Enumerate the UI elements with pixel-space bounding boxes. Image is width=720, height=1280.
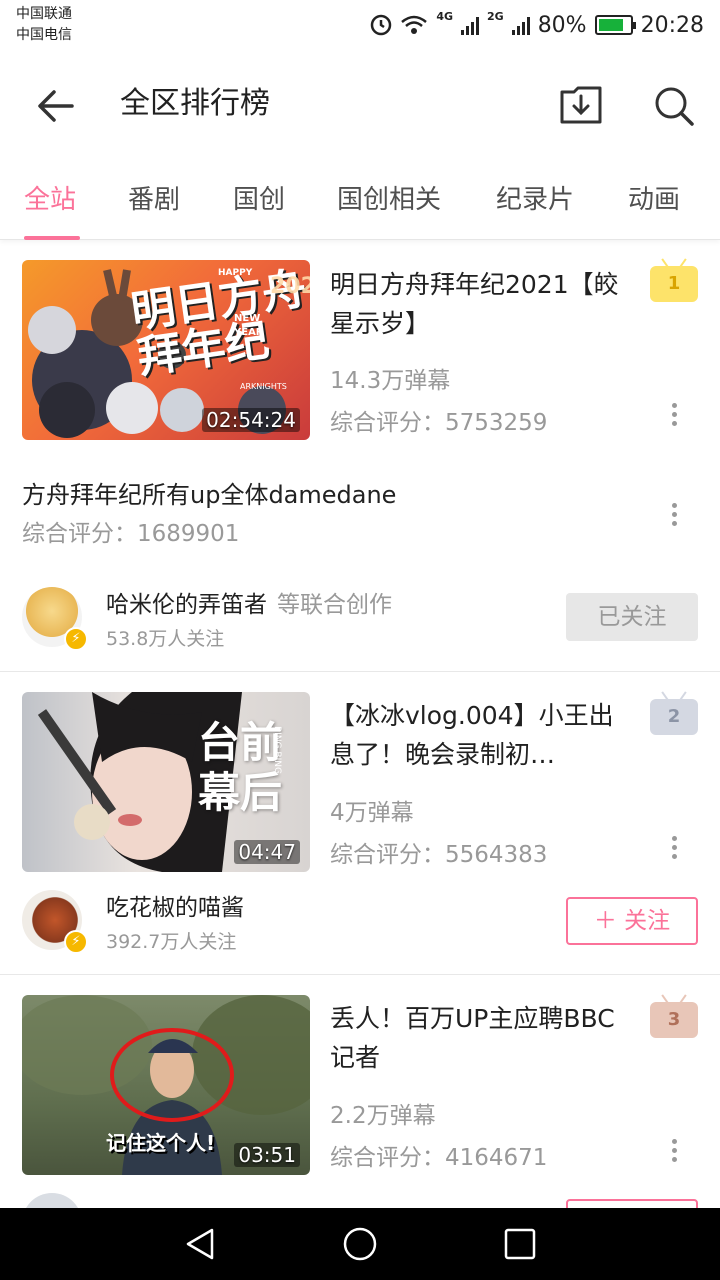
list-item[interactable]: 记住这个人! 03:51 丢人！百万UP主应聘BBC记者 3 2.2万弹幕 综合… [0, 975, 720, 1208]
avatar[interactable]: ⚡ [22, 890, 88, 954]
status-bar: 中国联通 中国电信 4G 2G 80% 20:28 [0, 0, 720, 52]
thumbnail-tag-new-year: NEW YEAR [234, 312, 264, 340]
download-button[interactable] [556, 82, 606, 130]
carrier-1: 中国联通 [16, 6, 72, 22]
avatar[interactable]: ⚡ [22, 587, 88, 651]
follow-button[interactable]: ＋ 关注 [566, 897, 698, 945]
wifi-icon [401, 15, 428, 34]
thumbnail-caption: 记住这个人! [106, 1131, 216, 1155]
ranking-list[interactable]: 明日方舟 拜年纪 HAPPY 2021 NEWYEAR ARKNIGHTS 02… [0, 241, 720, 1208]
thumbnail-caption: 台前 幕后 [198, 718, 283, 817]
video-title[interactable]: 明日方舟拜年纪2021【皎星示岁】 [330, 265, 630, 343]
active-tab-indicator [24, 236, 80, 240]
thumbnail-tag-year-word: YEAR [234, 327, 264, 338]
thumbnail-tag-arknights: ARKNIGHTS [240, 382, 287, 391]
carrier-2: 中国电信 [16, 27, 72, 43]
signal-icon [511, 15, 530, 35]
avatar[interactable] [22, 1193, 82, 1208]
thumbnail-tag-happy: HAPPY [218, 268, 253, 278]
video-thumbnail[interactable]: 台前 幕后 BING BING 04:47 [22, 692, 310, 872]
list-item[interactable]: 明日方舟 拜年纪 HAPPY 2021 NEWYEAR ARKNIGHTS 02… [0, 241, 720, 672]
battery-icon [594, 15, 636, 35]
download-box-icon [560, 86, 602, 124]
uploader-name[interactable]: 哈米伦的弄笛者 等联合创作 [106, 589, 392, 621]
nav-back-button[interactable] [182, 1226, 218, 1262]
rank-badge: 3 [650, 1002, 698, 1038]
thumbnail-tag-year: 2021 [270, 274, 310, 299]
nav-recents-button[interactable] [502, 1226, 538, 1262]
search-button[interactable] [650, 82, 698, 130]
verified-icon: ⚡ [64, 627, 88, 651]
arrow-left-icon [38, 90, 74, 122]
signal-icon [461, 15, 479, 35]
more-menu-button[interactable] [662, 832, 686, 868]
more-menu-button[interactable] [662, 399, 686, 435]
category-tabs: 全站 番剧 国创 国创相关 纪录片 动画 [0, 160, 720, 240]
video-title[interactable]: 丢人！百万UP主应聘BBC记者 [330, 999, 630, 1077]
composite-score: 综合评分：4164671 [330, 1145, 548, 1171]
tab-guochuang[interactable]: 国创 [233, 182, 285, 218]
uploader-fans: 53.8万人关注 [106, 628, 225, 650]
clock: 20:28 [640, 12, 704, 38]
network-type-1: 4G [436, 10, 453, 23]
more-menu-button[interactable] [662, 499, 686, 535]
uploader-fans: 392.7万人关注 [106, 931, 237, 953]
network-type-2: 2G [487, 10, 504, 23]
video-duration: 03:51 [234, 1143, 300, 1167]
uploader-name[interactable]: 吃花椒的喵酱 [106, 892, 244, 924]
rank-badge: 1 [650, 266, 698, 302]
follow-button[interactable] [566, 1199, 698, 1208]
system-nav-bar [0, 1208, 720, 1280]
sub-item-score: 综合评分：1689901 [22, 521, 240, 547]
thumbnail-tag-new: NEW [234, 313, 261, 324]
alarm-icon [371, 14, 392, 36]
danmaku-count: 14.3万弹幕 [330, 368, 451, 394]
triangle-back-icon [186, 1228, 214, 1260]
video-title[interactable]: 【冰冰vlog.004】小王出息了！晚会录制初… [330, 696, 630, 774]
verified-icon: ⚡ [64, 930, 88, 954]
uploader-name-text: 哈米伦的弄笛者 [106, 592, 267, 618]
tab-bangumi[interactable]: 番剧 [128, 182, 180, 218]
rank-badge: 2 [650, 699, 698, 735]
circle-home-icon [343, 1227, 377, 1261]
tab-all[interactable]: 全站 [24, 182, 76, 218]
status-icons: 4G 2G 80% 20:28 [370, 10, 704, 40]
top-app-bar: 全区排行榜 [0, 52, 720, 156]
co-creator-label: 等联合创作 [277, 592, 392, 618]
search-icon [655, 87, 694, 126]
tab-animation[interactable]: 动画 [628, 182, 680, 218]
danmaku-count: 2.2万弹幕 [330, 1103, 436, 1129]
composite-score: 综合评分：5753259 [330, 410, 548, 436]
video-thumbnail[interactable]: 记住这个人! 03:51 [22, 995, 310, 1175]
list-item[interactable]: 台前 幕后 BING BING 04:47 【冰冰vlog.004】小王出息了！… [0, 672, 720, 975]
video-thumbnail[interactable]: 明日方舟 拜年纪 HAPPY 2021 NEWYEAR ARKNIGHTS 02… [22, 260, 310, 440]
danmaku-count: 4万弹幕 [330, 800, 414, 826]
page-title: 全区排行榜 [120, 86, 270, 121]
video-duration: 02:54:24 [202, 408, 300, 432]
composite-score: 综合评分：5564383 [330, 842, 548, 868]
thumbnail-tag: BING BING [272, 726, 282, 774]
more-menu-button[interactable] [662, 1135, 686, 1171]
square-recents-icon [504, 1228, 536, 1260]
back-button[interactable] [32, 82, 80, 130]
battery-percent: 80% [537, 12, 587, 38]
sub-item-title[interactable]: 方舟拜年纪所有up全体damedane [22, 478, 396, 512]
carrier-info: 中国联通 中国电信 [16, 4, 72, 46]
video-duration: 04:47 [234, 840, 300, 864]
tab-guochuang-related[interactable]: 国创相关 [337, 182, 441, 218]
tab-documentary[interactable]: 纪录片 [496, 182, 574, 218]
followed-button[interactable]: 已关注 [566, 593, 698, 641]
nav-home-button[interactable] [342, 1226, 378, 1262]
